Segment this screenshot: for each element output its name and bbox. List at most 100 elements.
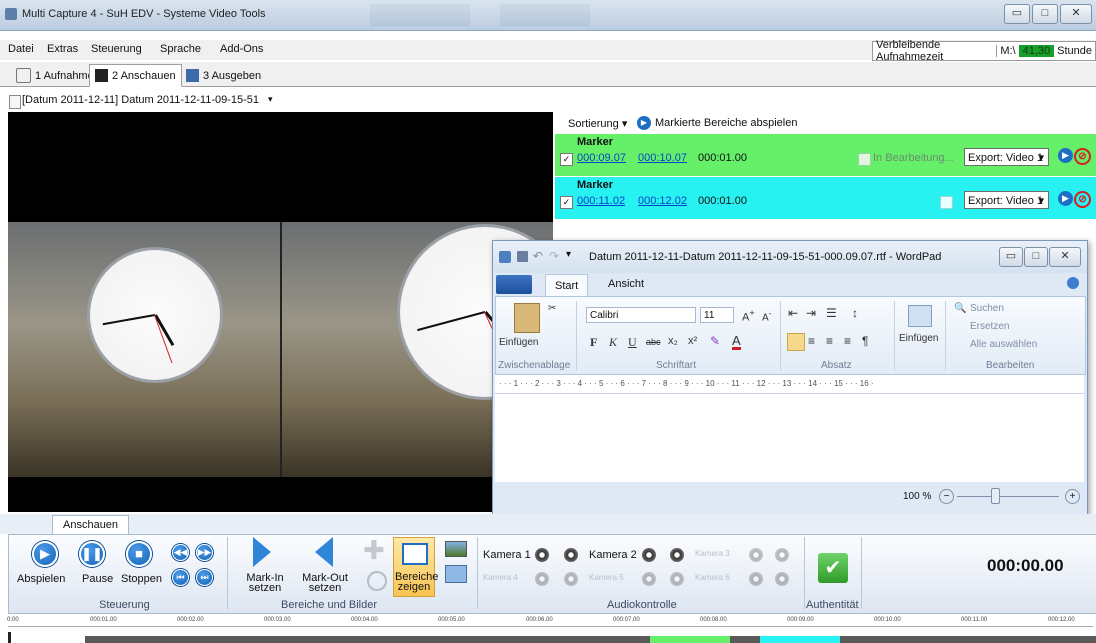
replace-button[interactable]: Ersetzen [970, 321, 1009, 332]
camera-1-volume-knob[interactable] [535, 548, 549, 562]
superscript-button[interactable]: x² [688, 335, 697, 347]
save-icon[interactable] [517, 251, 528, 262]
play-marked-button[interactable]: Markierte Bereiche abspielen [655, 117, 797, 129]
menu-extras[interactable]: Extras [47, 43, 78, 55]
timeline[interactable]: 0:00 000:01.00 000:02.00 000:03.00 000:0… [0, 614, 1096, 643]
timeline-track[interactable] [85, 636, 1096, 643]
close-button[interactable]: ✕ [1060, 4, 1092, 24]
play-marker-icon[interactable]: ▶ [1058, 148, 1073, 163]
wordpad-window[interactable]: ↶ ↷ ▾ Datum 2011-12-11-Datum 2011-12-11-… [492, 240, 1088, 516]
wordpad-document-area[interactable] [495, 394, 1084, 482]
italic-button[interactable]: K [609, 335, 617, 350]
play-marker-icon[interactable]: ▶ [1058, 191, 1073, 206]
align-center-icon[interactable]: ≡ [808, 334, 815, 348]
pause-button[interactable]: Pause [82, 573, 113, 585]
maximize-button[interactable]: □ [1032, 4, 1058, 24]
align-left-icon[interactable] [787, 333, 805, 351]
playhead[interactable] [8, 632, 11, 643]
skip-forward-icon[interactable]: ⏭ [196, 569, 213, 586]
play-icon[interactable]: ▶ [32, 541, 58, 567]
save-image-icon[interactable] [445, 565, 467, 583]
in-progress-checkbox[interactable] [858, 153, 871, 166]
add-icon[interactable]: ✚ [363, 535, 385, 565]
increase-indent-icon[interactable]: ⇥ [806, 306, 816, 320]
marker-row[interactable]: Marker ✓ 000:09.07 000:10.07 000:01.00 I… [555, 134, 1096, 176]
show-ranges-button[interactable]: Bereiche zeigen [395, 572, 438, 593]
insert-button[interactable]: Einfügen [899, 333, 938, 344]
wordpad-menu-button[interactable] [496, 275, 532, 294]
insert-image-icon[interactable] [908, 305, 932, 327]
ribbon-tab-ansicht[interactable]: Ansicht [608, 278, 644, 290]
quick-access-dropdown-icon[interactable]: ▾ [566, 249, 571, 260]
marker-in-link[interactable]: 000:09.07 [577, 152, 626, 164]
marker-checkbox[interactable]: ✓ [560, 196, 573, 209]
zoom-in-button[interactable]: + [1065, 489, 1080, 504]
decrease-indent-icon[interactable]: ⇤ [788, 306, 798, 320]
bold-button[interactable]: F [590, 335, 597, 350]
in-progress-checkbox[interactable] [940, 196, 953, 209]
pause-icon[interactable]: ❚❚ [79, 541, 105, 567]
camera-2-volume-knob[interactable] [642, 548, 656, 562]
tab-anschauen[interactable]: 2 Anschauen [89, 64, 182, 87]
marker-out-link[interactable]: 000:12.02 [638, 195, 687, 207]
tab-ausgeben[interactable]: 3 Ausgeben [180, 64, 267, 87]
video-player[interactable] [8, 112, 553, 512]
font-color-icon[interactable]: A [732, 334, 741, 350]
menu-datei[interactable]: Datei [8, 43, 34, 55]
skip-back-icon[interactable]: ⏮ [172, 569, 189, 586]
play-button[interactable]: Abspielen [17, 573, 65, 585]
menu-addons[interactable]: Add-Ons [220, 43, 263, 55]
wordpad-ruler[interactable]: · · · 1 · · · 2 · · · 3 · · · 4 · · · 5 … [495, 375, 1084, 394]
zoom-out-button[interactable]: − [939, 489, 954, 504]
sort-dropdown[interactable]: Sortierung ▾ [568, 117, 627, 130]
grow-font-icon[interactable]: A+ [742, 308, 755, 324]
cut-icon[interactable]: ✂ [548, 303, 556, 314]
bullet-list-icon[interactable]: ☰ [826, 306, 837, 320]
minimize-button[interactable]: ▭ [1004, 4, 1030, 24]
marker-row[interactable]: Marker ✓ 000:11.02 000:12.02 000:01.00 E… [555, 177, 1096, 219]
authenticity-check-icon[interactable]: ✔ [818, 553, 848, 583]
marker-checkbox[interactable]: ✓ [560, 153, 573, 166]
undo-icon[interactable]: ↶ [533, 249, 543, 263]
subscript-button[interactable]: x₂ [668, 335, 678, 347]
rewind-icon[interactable]: ◀◀ [172, 544, 189, 561]
ribbon-tab-anschauen[interactable]: Anschauen [52, 515, 130, 535]
mark-in-button[interactable]: Mark-In setzen [243, 573, 287, 594]
menu-steuerung[interactable]: Steuerung [91, 43, 142, 55]
delete-marker-icon[interactable]: ⊘ [1074, 148, 1091, 165]
clipboard-icon[interactable] [514, 303, 540, 333]
strikethrough-button[interactable]: abc [646, 337, 661, 347]
font-family-select[interactable]: Calibri [586, 307, 696, 323]
stop-icon[interactable]: ■ [126, 541, 152, 567]
play-icon[interactable]: ▶ [637, 116, 651, 130]
fast-forward-icon[interactable]: ▶▶ [196, 544, 213, 561]
align-right-icon[interactable]: ≡ [826, 334, 833, 348]
select-all-button[interactable]: Alle auswählen [970, 339, 1037, 350]
line-spacing-icon[interactable]: ↕ [852, 306, 858, 320]
image-icon[interactable] [445, 541, 467, 557]
zoom-slider-track[interactable] [957, 496, 1059, 497]
redo-icon[interactable]: ↷ [549, 249, 559, 263]
tab-aufnahme[interactable]: 1 Aufnahme [10, 64, 100, 87]
wordpad-close-button[interactable]: ✕ [1049, 247, 1081, 267]
recording-path[interactable]: [Datum 2011-12-11] Datum 2011-12-11-09-1… [22, 94, 259, 106]
paragraph-icon[interactable]: ¶ [862, 334, 868, 348]
camera-1-balance-knob[interactable] [564, 548, 578, 562]
shrink-font-icon[interactable]: A- [762, 308, 771, 323]
marker-in-link[interactable]: 000:11.02 [577, 195, 625, 207]
highlight-icon[interactable]: ✎ [710, 334, 720, 348]
menu-sprache[interactable]: Sprache [160, 43, 201, 55]
chevron-down-icon[interactable]: ▾ [268, 94, 273, 105]
timeline-range-1[interactable] [650, 636, 730, 643]
underline-button[interactable]: U [628, 335, 637, 350]
mark-in-icon[interactable] [253, 537, 271, 567]
find-button[interactable]: Suchen [970, 303, 1004, 314]
camera-2-balance-knob[interactable] [670, 548, 684, 562]
stop-button[interactable]: Stoppen [121, 573, 162, 585]
export-select[interactable]: Export: Video 1 [964, 148, 1049, 167]
help-icon[interactable] [1067, 277, 1079, 289]
find-icon[interactable]: 🔍 [954, 303, 966, 314]
font-size-select[interactable]: 11 [700, 307, 734, 323]
timeline-range-2[interactable] [760, 636, 840, 643]
mark-out-icon[interactable] [315, 537, 333, 567]
